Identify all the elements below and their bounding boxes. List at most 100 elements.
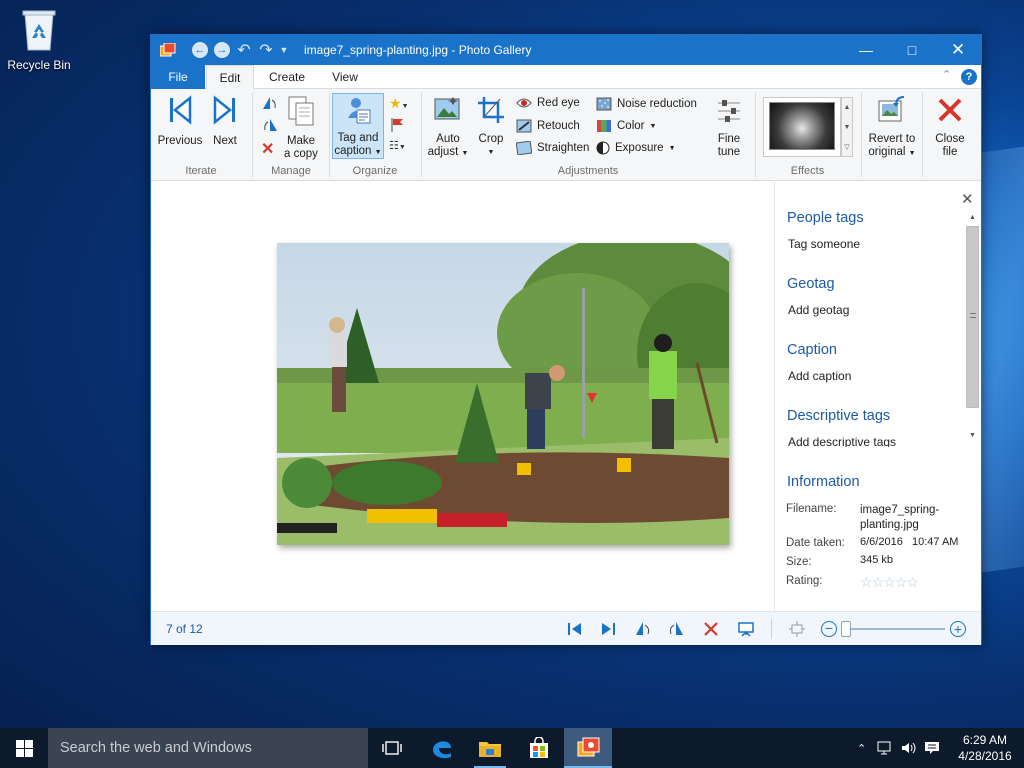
edge-browser-button[interactable] [418,728,466,768]
next-button[interactable]: Next [207,95,243,148]
rating-stars[interactable]: ☆☆☆☆☆ [860,574,919,591]
rating-star[interactable]: ☆ [906,574,919,590]
zoom-slider[interactable] [841,628,945,630]
straighten-icon [516,141,532,155]
close-window-button[interactable]: ✕ [935,35,981,65]
size-label: Size: [786,556,812,568]
recycle-bin-shortcut[interactable]: Recycle Bin [4,8,74,72]
separator [922,93,923,177]
flag-icon[interactable] [390,117,404,136]
filename-label: Filename: [786,503,837,515]
minimize-button[interactable]: — [843,35,889,65]
close-file-button[interactable]: Close file [927,95,973,159]
effects-gallery[interactable] [763,97,841,157]
scroll-thumb[interactable] [966,226,979,408]
file-explorer-button[interactable] [466,728,514,768]
close-file-icon [938,98,962,122]
rotate-right-icon[interactable] [261,117,279,136]
app-icon[interactable] [159,41,177,59]
recycle-bin-label: Recycle Bin [7,58,71,72]
rating-star[interactable]: ☆ [860,574,873,590]
geotag-title: Geotag [787,276,835,292]
crop-button[interactable]: Crop ▼ [471,95,511,159]
make-copy-button[interactable]: Make a copy [281,95,321,161]
maximize-button[interactable]: □ [889,35,935,65]
photo-gallery-icon [577,737,600,757]
tab-view[interactable]: View [319,65,371,89]
group-label-iterate: Iterate [185,165,217,177]
tab-create[interactable]: Create [261,65,313,89]
store-button[interactable] [515,728,563,768]
help-icon[interactable]: ? [961,69,977,85]
retouch-icon [516,119,532,133]
photo-counter: 7 of 12 [166,622,203,636]
previous-button[interactable]: Previous [157,95,203,148]
tab-edit[interactable]: Edit [206,65,254,90]
auto-adjust-icon [434,97,460,120]
add-caption-link[interactable]: Add caption [788,369,851,383]
noise-reduction-icon [596,97,612,111]
volume-icon[interactable] [900,740,918,756]
red-eye-button[interactable]: Red eye [516,97,580,109]
add-descriptive-tags-link[interactable]: Add descriptive tags [788,435,896,447]
separator [771,619,772,639]
color-icon [597,120,611,132]
rating-star[interactable]: ☆ [883,574,896,590]
revert-icon [878,96,905,122]
previous-photo-icon[interactable] [566,620,584,638]
fine-tune-button[interactable]: Fine tune [711,95,747,159]
undo-icon[interactable]: ↶ [235,41,253,59]
photo-viewer-image[interactable] [277,243,729,545]
people-tags-title: People tags [787,210,864,226]
show-hidden-icons[interactable]: ⌃ [857,742,866,755]
date-taken-label: Date taken: [786,537,845,549]
delete-icon[interactable] [702,620,720,638]
redo-icon[interactable]: ↷ [257,41,275,59]
scroll-down-icon[interactable]: ▼ [969,432,976,439]
exposure-button[interactable]: Exposure ▼ [596,141,676,155]
customize-toolbar-icon[interactable]: ▼ [277,41,291,59]
delete-icon[interactable]: ✕ [261,139,274,159]
taskbar-clock[interactable]: 6:29 AM 4/28/2016 [950,732,1020,764]
rotate-left-icon[interactable] [261,95,279,114]
network-icon[interactable] [876,740,894,756]
favorite-star-icon[interactable]: ★▼ [389,95,409,112]
tag-someone-link[interactable]: Tag someone [788,237,860,251]
effects-scroll[interactable]: ▲ ▼ ▽ [841,97,853,157]
effect-black-white-thumbnail[interactable] [769,102,835,150]
forward-icon[interactable]: → [213,41,231,59]
close-pane-icon[interactable]: ✕ [961,190,974,208]
collapse-ribbon-icon[interactable]: ⌃ [942,68,951,81]
scroll-up-icon[interactable]: ▲ [969,214,976,221]
photo-gallery-window: ← → ↶ ↷ ▼ image7_spring-planting.jpg - P… [150,34,982,645]
zoom-in-button[interactable]: + [950,621,966,637]
start-button[interactable] [0,728,48,768]
add-geotag-link[interactable]: Add geotag [788,303,849,317]
back-icon[interactable]: ← [191,41,209,59]
retouch-button[interactable]: Retouch [516,119,580,133]
color-button[interactable]: Color ▼ [596,119,656,133]
noise-reduction-button[interactable]: Noise reduction [596,97,697,111]
next-photo-icon[interactable] [599,620,617,638]
next-icon [213,95,235,125]
straighten-button[interactable]: Straighten [516,141,589,155]
zoom-slider-thumb[interactable] [841,621,852,637]
zoom-out-button[interactable]: − [821,621,837,637]
actual-size-icon[interactable] [788,620,806,638]
rotate-right-icon[interactable] [667,620,685,638]
rating-star[interactable]: ☆ [872,574,885,590]
properties-icon[interactable]: ☷▼ [389,139,406,152]
rating-star[interactable]: ☆ [895,574,908,590]
tab-file[interactable]: File [151,65,205,89]
tag-and-caption-button[interactable]: Tag and caption ▼ [332,93,384,159]
slideshow-icon[interactable] [737,620,755,638]
rotate-left-icon[interactable] [634,620,652,638]
taskbar-search-box[interactable]: Search the web and Windows [48,728,368,768]
action-center-icon[interactable] [924,740,940,756]
photo-gallery-taskbar-button[interactable] [564,728,612,768]
task-view-button[interactable] [368,728,416,768]
pane-scrollbar[interactable]: ▲ ▼ [965,214,981,442]
exposure-icon [596,141,610,155]
revert-to-original-button[interactable]: Revert to original ▼ [865,95,919,160]
auto-adjust-button[interactable]: Auto adjust ▼ [427,95,469,160]
